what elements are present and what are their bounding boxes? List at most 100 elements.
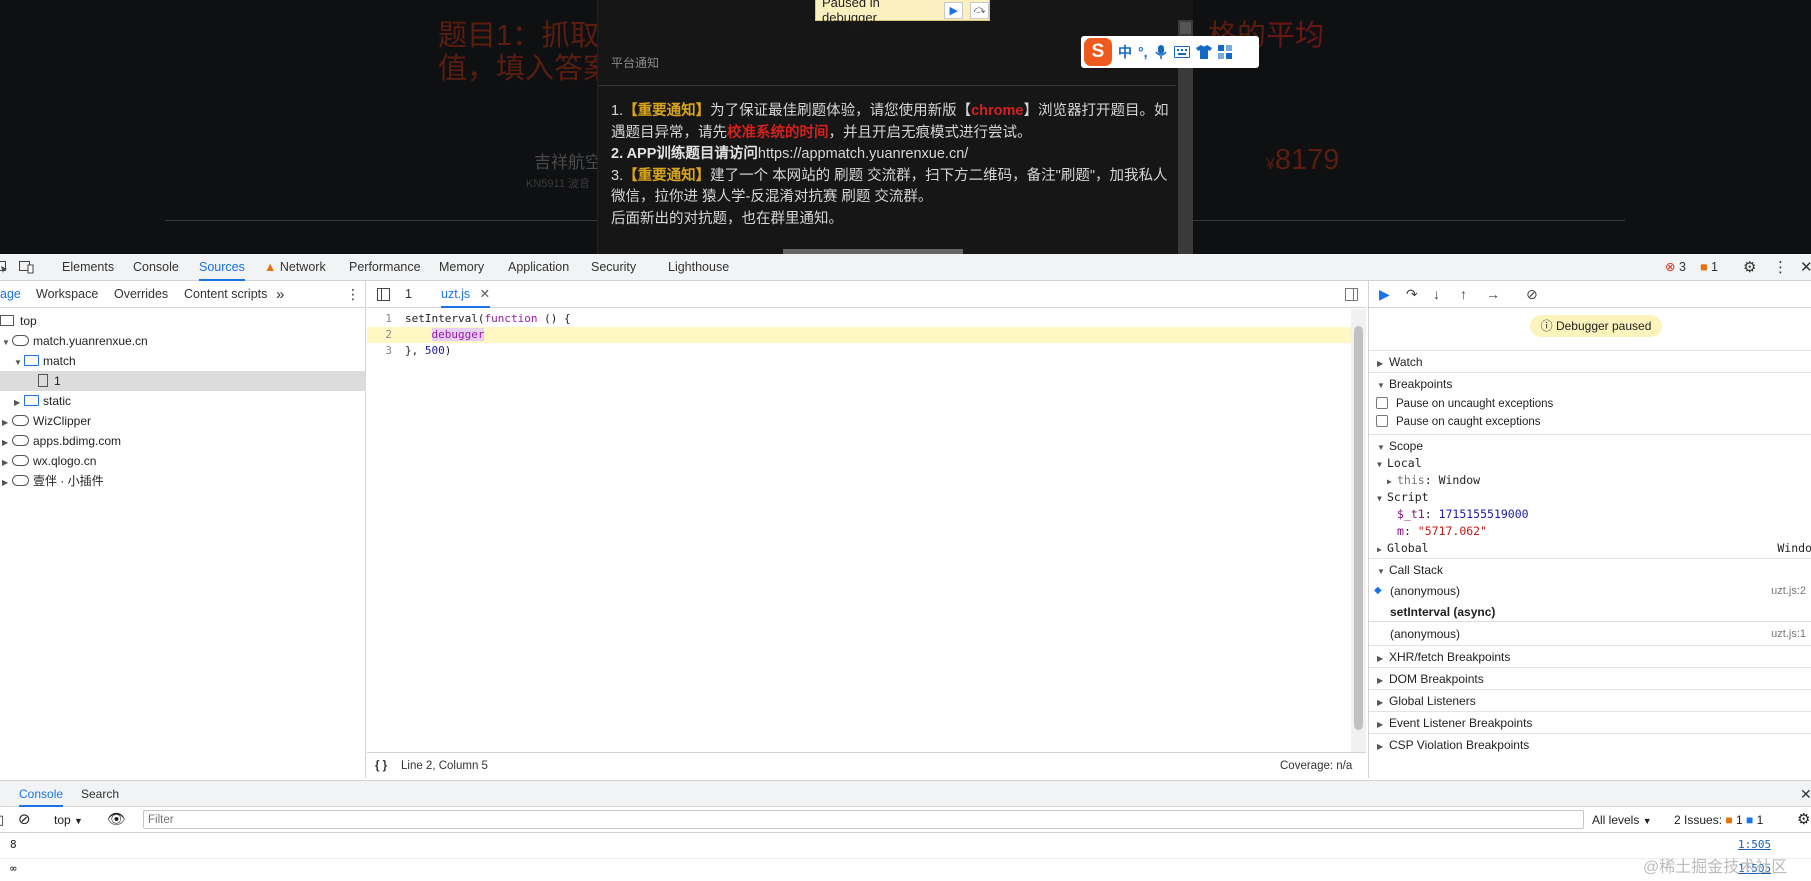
- collapse-icon[interactable]: ▶: [2, 453, 12, 473]
- collapse-icon[interactable]: ▶: [1377, 541, 1387, 558]
- expand-icon[interactable]: ▼: [1377, 456, 1387, 473]
- line-number[interactable]: 3: [367, 343, 405, 359]
- step-icon[interactable]: →: [1486, 286, 1500, 302]
- tree-item-extension[interactable]: ▶ 壹伴 · 小插件: [0, 471, 366, 491]
- section-dom-breakpoints[interactable]: ▶ DOM Breakpoints: [1369, 667, 1811, 689]
- close-devtools-icon[interactable]: ✕: [1800, 254, 1811, 281]
- tree-item-domain[interactable]: ▼ match.yuanrenxue.cn: [0, 331, 366, 351]
- navigator-tab-page[interactable]: age: [0, 281, 21, 308]
- expand-icon[interactable]: ▼: [1377, 490, 1387, 507]
- tab-memory[interactable]: Memory: [439, 254, 484, 281]
- pause-uncaught-row[interactable]: Pause on uncaught exceptions: [1376, 396, 1553, 413]
- scroll-up-arrow[interactable]: [1180, 22, 1191, 34]
- deactivate-breakpoints-icon[interactable]: ⊘: [1526, 286, 1538, 303]
- inspect-element-icon[interactable]: [0, 261, 8, 273]
- scope-var-t1[interactable]: $_t1: 1715155519000: [1397, 506, 1529, 523]
- scope-var-m[interactable]: m: "5717.062": [1397, 523, 1487, 540]
- scope-script[interactable]: ▼ Script: [1377, 489, 1429, 506]
- tab-lighthouse[interactable]: Lighthouse: [668, 254, 729, 281]
- sogou-logo-icon[interactable]: S: [1084, 38, 1112, 66]
- section-global-listeners[interactable]: ▶ Global Listeners: [1369, 689, 1811, 711]
- collapse-icon[interactable]: ▶: [2, 413, 12, 433]
- pause-caught-checkbox[interactable]: [1376, 415, 1388, 427]
- grid-icon[interactable]: [1217, 45, 1232, 59]
- issue-counter[interactable]: ■ 1: [1700, 254, 1718, 281]
- section-call-stack[interactable]: ▼ Call Stack: [1369, 558, 1811, 580]
- scope-global[interactable]: ▶ Global Windo: [1377, 540, 1811, 557]
- tab-elements[interactable]: Elements: [62, 254, 114, 281]
- navigator-tab-workspace[interactable]: Workspace: [36, 281, 98, 308]
- console-filter-input[interactable]: [143, 810, 1584, 829]
- section-xhr-breakpoints[interactable]: ▶ XHR/fetch Breakpoints: [1369, 645, 1811, 667]
- editor-scrollbar[interactable]: [1351, 309, 1366, 752]
- step-out-icon[interactable]: ↑: [1460, 286, 1467, 302]
- navigator-tab-content-scripts[interactable]: Content scripts: [184, 281, 267, 308]
- live-expression-eye-icon[interactable]: 👁: [107, 810, 126, 828]
- more-options-icon[interactable]: ⋮: [1773, 254, 1788, 281]
- console-settings-gear-icon[interactable]: ⚙: [1797, 810, 1810, 828]
- mic-icon[interactable]: [1154, 44, 1168, 60]
- tab-application[interactable]: Application: [508, 254, 569, 281]
- tree-item-domain[interactable]: ▶ WizClipper: [0, 411, 366, 431]
- sidebar-toggle-icon[interactable]: ▯: [0, 812, 4, 828]
- toggle-debugger-icon[interactable]: [1345, 288, 1358, 301]
- clear-console-icon[interactable]: ⊘: [18, 810, 31, 828]
- pretty-print-icon[interactable]: { }: [375, 753, 387, 779]
- tab-security[interactable]: Security: [591, 254, 636, 281]
- collapse-icon[interactable]: ▶: [1387, 473, 1397, 490]
- tab-sources[interactable]: Sources: [199, 254, 245, 281]
- shirt-icon[interactable]: [1195, 45, 1212, 59]
- tree-item-folder[interactable]: ▶ static: [0, 391, 366, 411]
- collapse-icon[interactable]: ▶: [2, 473, 12, 493]
- tree-item-domain[interactable]: ▶ apps.bdimg.com: [0, 431, 366, 451]
- settings-gear-icon[interactable]: ⚙: [1743, 254, 1756, 281]
- step-over-icon[interactable]: ⤼: [970, 1, 989, 19]
- section-event-listener-breakpoints[interactable]: ▶ Event Listener Breakpoints: [1369, 711, 1811, 733]
- expand-icon[interactable]: ▼: [14, 353, 24, 373]
- tab-performance[interactable]: Performance: [349, 254, 421, 281]
- ime-punct[interactable]: °,: [1138, 44, 1148, 60]
- tree-item-file[interactable]: 1: [0, 371, 366, 391]
- more-tabs-icon[interactable]: »: [276, 281, 284, 308]
- navigator-tab-overrides[interactable]: Overrides: [114, 281, 168, 308]
- call-frame[interactable]: (anonymous) uzt.js:1: [1369, 624, 1811, 644]
- resume-icon[interactable]: ▶: [944, 1, 964, 19]
- section-breakpoints[interactable]: ▼ Breakpoints: [1369, 372, 1811, 394]
- code-line[interactable]: 3}, 500): [367, 343, 1351, 359]
- console-source-link[interactable]: 1:505: [1738, 835, 1771, 855]
- context-selector[interactable]: top ▼: [54, 813, 83, 827]
- close-drawer-icon[interactable]: ✕: [1800, 781, 1811, 807]
- expand-icon[interactable]: ▼: [1377, 561, 1389, 583]
- collapse-icon[interactable]: ▶: [14, 393, 24, 413]
- section-watch[interactable]: ▶ Watch: [1369, 350, 1811, 372]
- collapse-icon[interactable]: ▶: [1377, 736, 1389, 758]
- editor-tab-1[interactable]: 1: [405, 281, 412, 308]
- ime-lang[interactable]: 中: [1118, 42, 1132, 62]
- drawer-tab-search[interactable]: Search: [81, 781, 119, 807]
- section-scope[interactable]: ▼ Scope: [1369, 434, 1811, 456]
- tree-item-domain[interactable]: ▶ wx.qlogo.cn: [0, 451, 366, 471]
- device-toolbar-icon[interactable]: [19, 261, 34, 274]
- code-line-paused[interactable]: 2 debugger: [367, 327, 1351, 343]
- line-number[interactable]: 1: [367, 311, 405, 327]
- navigator-menu-icon[interactable]: ⋮: [346, 281, 360, 308]
- expand-icon[interactable]: ▼: [2, 333, 12, 353]
- pause-uncaught-checkbox[interactable]: [1376, 397, 1388, 409]
- resume-icon[interactable]: ▶: [1379, 286, 1390, 303]
- call-frame-current[interactable]: ◆ (anonymous) uzt.js:2: [1369, 581, 1811, 601]
- toggle-navigator-icon[interactable]: [377, 288, 390, 301]
- log-levels-dropdown[interactable]: All levels ▼: [1592, 813, 1652, 827]
- drawer-tab-console[interactable]: Console: [19, 781, 64, 807]
- keyboard-icon[interactable]: [1173, 46, 1190, 58]
- close-tab-icon[interactable]: ✕: [480, 287, 490, 301]
- step-into-icon[interactable]: ↓: [1433, 286, 1440, 302]
- code-line[interactable]: 1 setInterval(function () {: [367, 311, 1351, 327]
- error-counter[interactable]: ⊗ 3: [1665, 254, 1686, 281]
- editor-tab-uzt[interactable]: uzt.js ✕: [441, 281, 491, 308]
- section-csp-breakpoints[interactable]: ▶ CSP Violation Breakpoints: [1369, 733, 1811, 755]
- issues-button[interactable]: 2 Issues: ■ 1 ■ 1: [1674, 813, 1763, 827]
- pause-caught-row[interactable]: Pause on caught exceptions: [1376, 414, 1541, 431]
- notice-url[interactable]: https://appmatch.yuanrenxue.cn/: [758, 146, 968, 162]
- tree-item-top[interactable]: top: [0, 311, 366, 331]
- tab-console[interactable]: Console: [133, 254, 179, 281]
